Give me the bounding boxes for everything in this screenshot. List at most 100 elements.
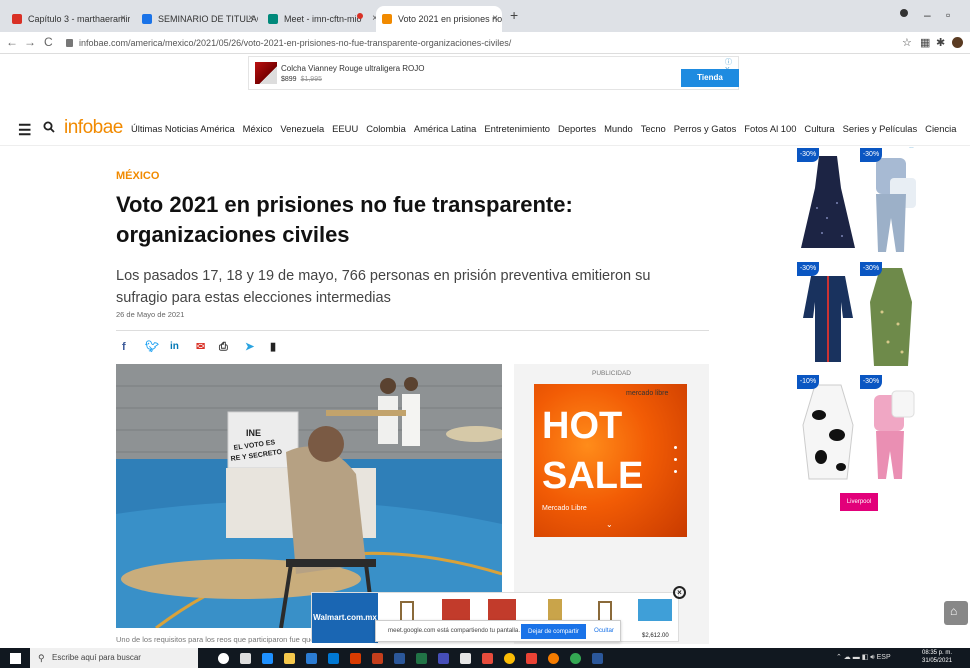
mail-icon[interactable] [328,653,339,664]
extension-icon[interactable]: ▦ [920,36,930,49]
ad-price: $2,612.00 [642,633,669,639]
file-explorer-icon[interactable] [284,653,295,664]
back-icon[interactable]: ← [6,35,18,49]
bookmark-star-icon[interactable]: ☆ [902,36,912,49]
stop-sharing-button[interactable]: Dejar de compartir [521,624,586,639]
liverpool-logo[interactable]: Liverpool [840,493,878,511]
chrome-icon[interactable] [504,653,515,664]
tab-meet[interactable]: Meet - imn-cftn-mio × [262,6,382,32]
email-icon[interactable]: ✉ [196,340,205,354]
hide-button[interactable]: Ocultar [594,627,614,634]
discount-badge: -10% [797,375,819,389]
section-label[interactable]: MÉXICO [116,170,159,182]
infobae-icon [382,14,392,24]
ad-product-name: Colcha Vianney Rouge ultraligera ROJO [281,64,425,73]
windows-start-icon[interactable] [10,653,21,664]
cortana-icon[interactable] [218,653,229,664]
carousel-dot[interactable] [674,458,677,461]
app-icon[interactable] [526,653,537,664]
forward-icon[interactable]: → [24,35,36,49]
close-icon[interactable]: × [120,6,126,32]
puzzle-icon[interactable]: ✱ [936,36,945,49]
nav-link-tecno[interactable]: Tecno [641,123,666,134]
carousel-dot[interactable] [674,470,677,473]
app-icon[interactable] [460,653,471,664]
nav-link-fotos-al-100[interactable]: Fotos Al 100 [744,123,796,134]
telegram-icon[interactable]: ➤ [245,340,254,354]
nav-link-mundo[interactable]: Mundo [604,123,633,134]
browser-tab-bar: Capítulo 3 - marthaeramirez9d6@ × SEMINA… [0,0,970,32]
tab-label: Meet - imn-cftn-mio [284,14,362,24]
search-icon[interactable] [43,121,55,133]
close-icon[interactable]: × [248,6,254,32]
nav-link-series-y-peliculas[interactable]: Series y Películas [843,123,918,134]
nav-link-ciencia[interactable]: Ciencia [925,123,956,134]
chrome-icon[interactable] [570,653,581,664]
powerpoint-icon[interactable] [372,653,383,664]
url-field[interactable]: infobae.com/america/mexico/2021/05/26/vo… [66,35,511,51]
game-box-icon [488,599,516,621]
product-ad-tracksuit[interactable]: -30% [797,262,859,372]
product-ad-green-romper[interactable]: -30% [860,262,922,372]
ad-shop-button[interactable]: Tienda [681,69,739,87]
top-banner-ad[interactable]: Colcha Vianney Rouge ultraligera ROJO $8… [248,56,739,90]
nav-link-cultura[interactable]: Cultura [804,123,834,134]
ad-price: $899 $1,995 [281,76,322,83]
article-headline: Voto 2021 en prisiones no fue transparen… [116,192,573,247]
taskbar-search[interactable]: ⚲ Escribe aquí para buscar [30,648,198,668]
linkedin-icon[interactable]: in [170,340,179,354]
store-icon[interactable] [306,653,317,664]
tab-gmail[interactable]: Capítulo 3 - marthaeramirez9d6@ × [6,6,130,32]
product-ad-romper[interactable]: -30% [860,148,922,258]
product-ad-pink-set[interactable]: -30% [860,375,922,485]
hot-sale-ad[interactable]: mercado libre HOT SALE Mercado Libre ⌄ [534,384,687,537]
edge-icon[interactable] [262,653,273,664]
nav-link-america-latina[interactable]: América Latina [414,123,477,134]
comments-icon[interactable]: ▮ [270,340,276,354]
product-ad-cow-pajama[interactable]: -10% [797,375,859,485]
teams-icon[interactable] [438,653,449,664]
facebook-icon[interactable]: f [122,340,126,354]
tab-seminario[interactable]: SEMINARIO DE TITULACIÓN CCIE × [136,6,258,32]
minimize-button[interactable]: – [924,8,931,22]
chevron-down-icon[interactable]: ⌄ [606,520,613,529]
nav-link-deportes[interactable]: Deportes [558,123,596,134]
nav-link-entretenimiento[interactable]: Entretenimiento [484,123,550,134]
ad-price-current: $899 [281,76,297,83]
clock[interactable]: 08:35 p. m. 31/05/2021 [922,649,952,665]
nav-link-venezuela[interactable]: Venezuela [280,123,324,134]
close-icon[interactable]: × [492,6,498,32]
system-tray[interactable]: ⌃ ☁ ▬ ◧ 🔊︎ ESP [836,653,891,662]
task-view-icon[interactable] [240,653,251,664]
word-icon[interactable] [592,653,603,664]
carousel-dot[interactable] [674,446,677,449]
discount-badge: -30% [797,148,819,162]
tab-infobae[interactable]: Voto 2021 en prisiones no fue tra × [376,6,502,32]
home-button[interactable]: ⌂ [944,601,968,625]
language-indicator[interactable]: ESP [877,654,891,661]
app-icon[interactable] [482,653,493,664]
app-icon[interactable] [350,653,361,664]
word-icon[interactable] [394,653,405,664]
nav-link-mexico[interactable]: México [243,123,273,134]
nav-link-perros-y-gatos[interactable]: Perros y Gatos [674,123,737,134]
reload-icon[interactable]: C [44,35,53,49]
chrome-icon[interactable] [548,653,559,664]
infobae-logo[interactable]: infobae [64,117,123,139]
twitter-icon[interactable]: 🐦︎ [145,340,159,354]
new-tab-button[interactable]: + [510,7,518,23]
print-icon[interactable]: ⎙ [219,340,228,354]
book-product-icon [548,599,562,621]
nav-link-ultimas-noticias[interactable]: Últimas Noticias América [131,123,235,134]
close-ad-icon[interactable]: × [673,586,686,599]
nav-link-colombia[interactable]: Colombia [366,123,406,134]
product-ad-dress[interactable]: -30% [797,148,859,258]
nav-link-eeuu[interactable]: EEUU [332,123,358,134]
article-photo[interactable]: INE EL VOTO ES RE Y SECRETO [116,364,502,628]
profile-avatar[interactable] [952,37,963,48]
address-bar: ← → C infobae.com/america/mexico/2021/05… [0,32,970,54]
restore-button[interactable]: ▫ [946,8,950,22]
account-icon[interactable] [900,9,908,17]
hamburger-menu-icon[interactable]: ☰ [18,121,31,139]
excel-icon[interactable] [416,653,427,664]
